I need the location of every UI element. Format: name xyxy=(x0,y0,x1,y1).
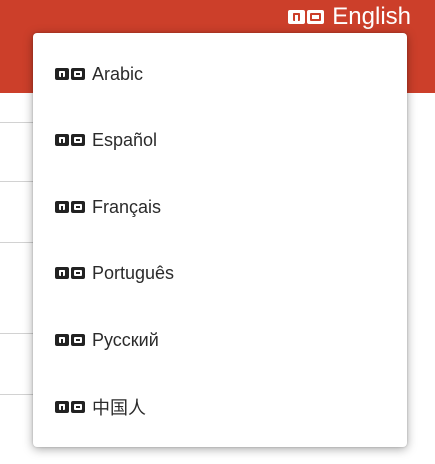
language-option-arabic[interactable]: Arabic xyxy=(33,52,407,96)
language-option-label: Русский xyxy=(92,329,159,350)
language-option-label: Español xyxy=(92,129,158,150)
language-translate-icon xyxy=(55,201,85,213)
language-dropdown-menu: Arabic Español Français Português Русски… xyxy=(33,33,407,447)
language-option-label: Arabic xyxy=(92,63,144,84)
language-translate-icon xyxy=(55,267,85,279)
language-translate-icon xyxy=(55,401,85,413)
language-option-francais[interactable]: Français xyxy=(33,185,407,229)
language-option-label: Português xyxy=(92,262,175,283)
language-translate-icon xyxy=(288,10,325,24)
language-option-portugues[interactable]: Português xyxy=(33,251,407,295)
language-translate-icon xyxy=(55,68,85,80)
language-option-chinese[interactable]: 中国人 xyxy=(33,385,407,429)
language-option-label: 中国人 xyxy=(92,398,146,418)
current-language-label: English xyxy=(332,3,411,30)
language-selector-button[interactable]: English xyxy=(288,2,411,32)
language-translate-icon xyxy=(55,334,85,346)
language-option-espanol[interactable]: Español xyxy=(33,118,407,162)
language-option-label: Français xyxy=(92,196,162,217)
language-option-russian[interactable]: Русский xyxy=(33,318,407,362)
language-translate-icon xyxy=(55,134,85,146)
